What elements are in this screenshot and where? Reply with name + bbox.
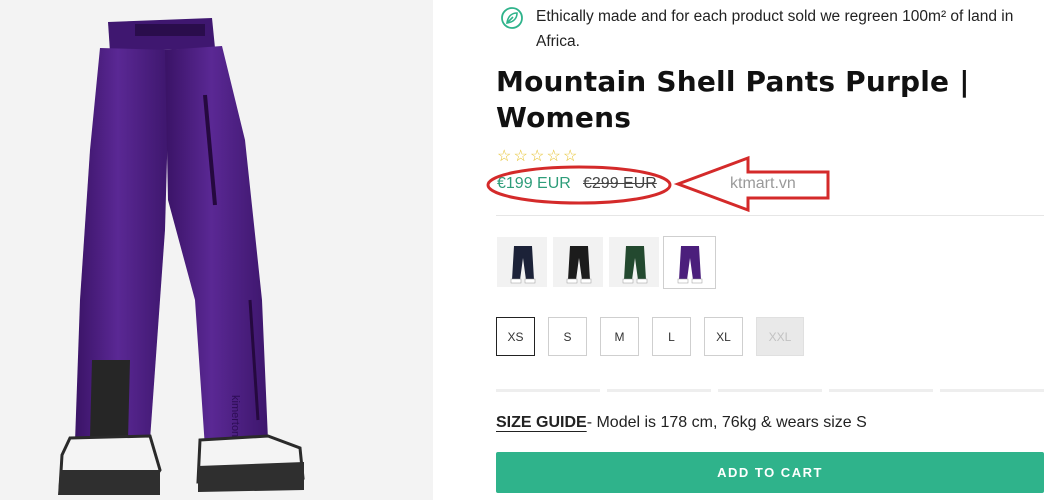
divider-segment <box>496 389 600 392</box>
watermark-text: ktmart.vn <box>730 175 796 192</box>
swatch-black[interactable] <box>553 237 603 287</box>
size-option-l[interactable]: L <box>652 317 691 356</box>
swatch-navy[interactable] <box>497 237 547 287</box>
leaf-icon <box>501 7 523 29</box>
swatch-black-thumbnail <box>566 246 592 284</box>
divider-segment <box>940 389 1044 392</box>
star-icon: ☆ <box>497 148 511 165</box>
divider <box>496 215 1044 216</box>
size-option-s[interactable]: S <box>548 317 587 356</box>
star-icon: ☆ <box>563 148 577 165</box>
swatch-purple-thumbnail <box>677 246 703 284</box>
product-title: Mountain Shell Pants Purple | Womens <box>496 65 970 134</box>
size-option-xs[interactable]: XS <box>496 317 535 356</box>
rating-stars[interactable]: ☆ ☆ ☆ ☆ ☆ <box>497 146 580 166</box>
star-icon: ☆ <box>530 148 544 165</box>
star-icon: ☆ <box>546 148 561 165</box>
size-option-m[interactable]: M <box>600 317 639 356</box>
divider-segment <box>607 389 711 392</box>
pants-illustration: kimerton <box>58 18 305 495</box>
size-guide-link[interactable]: SIZE GUIDE <box>496 414 587 431</box>
product-image[interactable]: kimerton <box>0 0 433 500</box>
size-option-xl[interactable]: XL <box>704 317 743 356</box>
star-icon: ☆ <box>513 148 528 165</box>
add-to-cart-button[interactable]: ADD TO CART <box>496 452 1044 493</box>
swatch-purple[interactable] <box>663 236 716 289</box>
price-original: €299 EUR <box>583 175 657 192</box>
divider-segment <box>829 389 933 392</box>
price-current: €199 EUR <box>497 175 571 192</box>
swatch-green-thumbnail <box>622 246 648 284</box>
swatch-navy-thumbnail <box>510 246 536 284</box>
pants-logo-text: kimerton <box>229 395 241 437</box>
size-guide-text: - Model is 178 cm, 76kg & wears size S <box>586 414 867 431</box>
divider-segment <box>718 389 822 392</box>
swatch-green[interactable] <box>609 237 659 287</box>
eco-notice-text: Ethically made and for each product sold… <box>536 8 1014 50</box>
size-guide-row: SIZE GUIDE- Model is 178 cm, 76kg & wear… <box>496 414 867 432</box>
size-option-xxl[interactable]: XXL <box>756 317 804 356</box>
